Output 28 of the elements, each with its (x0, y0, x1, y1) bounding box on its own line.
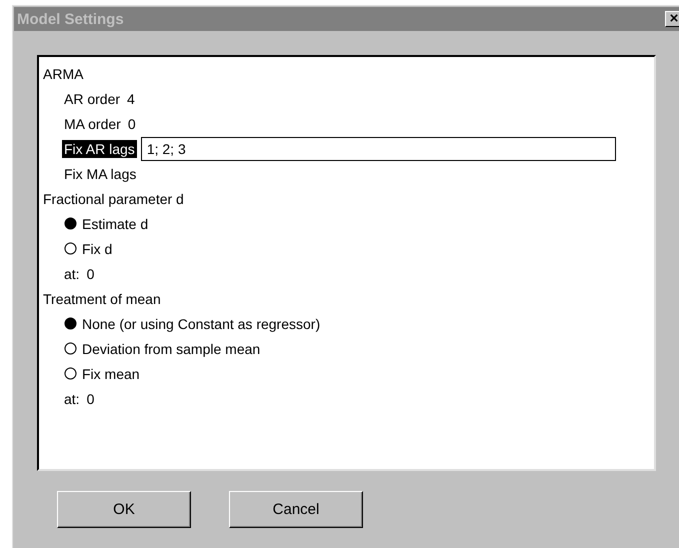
radio-label[interactable]: Deviation from sample mean (82, 340, 260, 356)
radio-button[interactable] (64, 342, 77, 355)
setting-label: MA order (64, 116, 121, 132)
radio-label[interactable]: Estimate d (82, 216, 148, 232)
section-heading: Treatment of mean (43, 290, 161, 306)
section-heading: ARMA (43, 66, 84, 82)
radio-button[interactable] (64, 217, 77, 230)
close-button[interactable]: × (665, 11, 679, 27)
section-heading: Fractional parameter d (43, 190, 184, 206)
dialog-button[interactable]: Cancel (229, 491, 363, 528)
radio-button[interactable] (64, 367, 77, 380)
setting-label: AR order (64, 90, 120, 106)
setting-label[interactable]: Fix MA lags (64, 166, 136, 182)
setting-label[interactable]: Fix AR lags (62, 140, 137, 158)
window-title: Model Settings (17, 10, 124, 28)
setting-value[interactable]: 0 (128, 116, 136, 132)
setting-value[interactable]: 0 (86, 390, 94, 406)
radio-label[interactable]: None (or using Constant as regressor) (82, 316, 320, 332)
radio-label[interactable]: Fix mean (82, 366, 140, 382)
input-field[interactable]: 1; 2; 3 (140, 136, 616, 160)
setting-value[interactable]: 4 (127, 90, 135, 106)
setting-value[interactable]: 0 (86, 266, 94, 282)
radio-button[interactable] (64, 317, 77, 330)
radio-button[interactable] (64, 242, 77, 255)
radio-label[interactable]: Fix d (82, 240, 112, 256)
setting-label: at: (64, 266, 80, 282)
dialog-button[interactable]: OK (57, 491, 191, 528)
setting-label: at: (64, 390, 80, 406)
